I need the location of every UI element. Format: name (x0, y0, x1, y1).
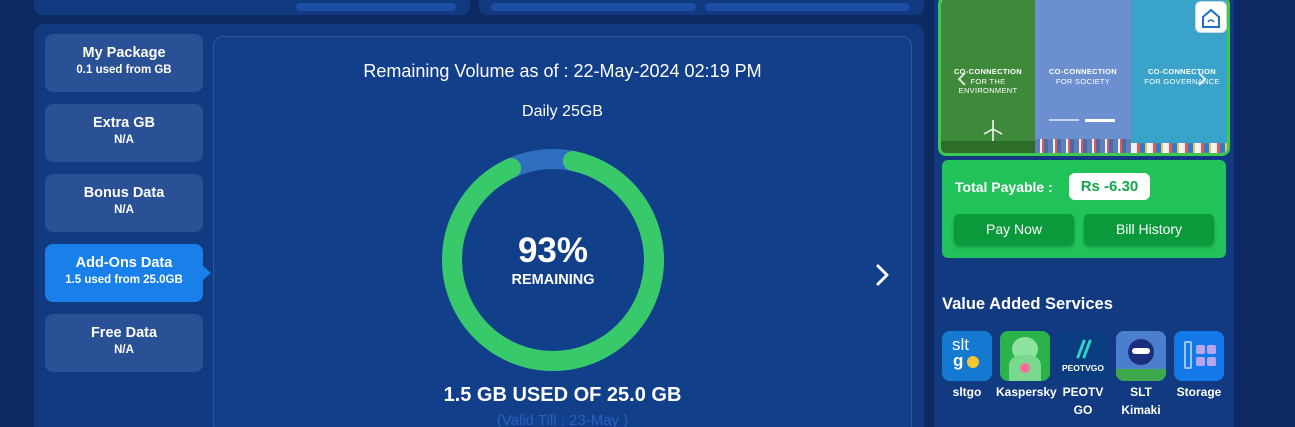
sidebar-item-subtitle: N/A (114, 344, 134, 356)
chevron-right-icon[interactable] (872, 263, 894, 287)
total-payable-label: Total Payable : (955, 179, 1053, 195)
kimaki-ninja-eyes (1132, 348, 1150, 354)
vas-item-kaspersky[interactable]: Kaspersky (996, 331, 1057, 401)
chevron-right-icon[interactable] (1197, 71, 1207, 87)
vas-item-sltgo[interactable]: slt g sltgo (938, 331, 996, 401)
total-payable-amount: Rs -6.30 (1069, 173, 1150, 200)
storage-grid-4 (1207, 357, 1216, 366)
storage-icon (1174, 331, 1224, 381)
sidebar-item-subtitle: 0.1 used from GB (76, 64, 172, 76)
value-added-services-title: Value Added Services (942, 295, 1113, 313)
kimaki-ground (1116, 369, 1166, 381)
sidebar-item-subtitle: N/A (114, 134, 134, 146)
total-payable-box: Total Payable : Rs -6.30 Pay Now Bill Hi… (942, 160, 1226, 258)
sidebar-item-title: My Package (82, 45, 166, 61)
banner-houses (1131, 143, 1227, 153)
co-connection-logo (1195, 1, 1227, 33)
vas-item-slt-kimaki[interactable]: SLT Kimaki (1112, 331, 1170, 419)
sidebar-item-title: Extra GB (92, 115, 156, 131)
pay-now-button[interactable]: Pay Now (954, 214, 1074, 245)
remaining-label: REMAINING (511, 272, 595, 288)
sidebar-item-extra-gb[interactable]: Extra GB N/A (45, 104, 203, 162)
vas-item-label: sltgo (952, 385, 982, 399)
sltgo-dot (967, 356, 979, 368)
sltgo-go-text: g (953, 351, 964, 370)
package-name: Daily 25GB (522, 103, 603, 120)
slt-kimaki-icon (1116, 331, 1166, 381)
sidebar-item-title: Add-Ons Data (75, 255, 173, 271)
sidebar-item-subtitle: 1.5 used from 25.0GB (65, 274, 183, 286)
sidebar-item-my-package[interactable]: My Package 0.1 used from GB (45, 34, 203, 92)
peotv-wordmark: PEOTVGO (1061, 363, 1105, 373)
banner-panel-governance: CO-CONNECTION FOR GOVERNANCE (1131, 0, 1227, 153)
carousel-dot[interactable] (1049, 119, 1079, 121)
top-card-left-bar (296, 3, 456, 11)
vas-item-label: Storage (1176, 385, 1222, 399)
sidebar-item-subtitle: N/A (114, 204, 134, 216)
valid-till: (Valid Till : 23-May ) (496, 412, 629, 427)
sltgo-icon: slt g (942, 331, 992, 381)
vas-item-storage[interactable]: Storage (1170, 331, 1228, 401)
banner-panel-environment: CO-CONNECTION FOR THE ENVIRONMENT (941, 0, 1035, 153)
peotv-slash-mark (1076, 339, 1092, 359)
vas-item-peotv-go[interactable]: PEOTVGO PEOTV GO (1054, 331, 1112, 419)
banner-ground (941, 141, 1035, 153)
sidebar-item-free-data[interactable]: Free Data N/A (45, 314, 203, 372)
banner-panel-subtitle: FOR THE ENVIRONMENT (958, 77, 1018, 95)
promo-banner[interactable]: CO-CONNECTION FOR THE ENVIRONMENT CO-CON… (938, 0, 1230, 156)
storage-grid-1 (1196, 345, 1205, 354)
remaining-volume-title: Remaining Volume as of : 22-May-2024 02:… (363, 61, 762, 81)
storage-bar (1184, 341, 1192, 369)
top-card-left (34, 0, 470, 15)
vas-item-label: PEOTV GO (1062, 385, 1104, 417)
vas-item-label: SLT Kimaki (1121, 385, 1161, 417)
house-icon (1202, 8, 1220, 28)
vas-item-label: Kaspersky (996, 385, 1057, 399)
banner-panel-society: CO-CONNECTION FOR SOCIETY (1035, 0, 1131, 153)
sidebar-item-add-ons-data[interactable]: Add-Ons Data 1.5 used from 25.0GB (45, 244, 211, 302)
top-card-right-bar-2 (705, 3, 910, 11)
kaspersky-icon (1000, 331, 1050, 381)
storage-grid-3 (1196, 357, 1205, 366)
bill-history-button[interactable]: Bill History (1084, 214, 1214, 245)
used-summary: 1.5 GB USED OF 25.0 GB (443, 384, 682, 406)
sidebar-item-title: Free Data (90, 325, 158, 341)
top-card-right-bar-1 (491, 3, 696, 11)
storage-grid-2 (1207, 345, 1216, 354)
banner-panel-title: CO-CONNECTION (953, 67, 1023, 76)
chevron-left-icon[interactable] (957, 71, 967, 87)
peotv-go-icon: PEOTVGO (1058, 331, 1108, 381)
top-card-right (479, 0, 924, 15)
sidebar-item-bonus-data[interactable]: Bonus Data N/A (45, 174, 203, 232)
banner-panel-subtitle: FOR GOVERNANCE (1144, 77, 1220, 86)
banner-skyline (1035, 139, 1131, 153)
carousel-dot-active[interactable] (1085, 119, 1115, 122)
banner-panel-title: CO-CONNECTION (1048, 67, 1118, 76)
banner-panel-subtitle: FOR SOCIETY (1055, 77, 1111, 86)
remaining-percent: 93% (517, 231, 589, 270)
usage-panel: Remaining Volume as of : 22-May-2024 02:… (213, 36, 912, 427)
kaspersky-badge (1020, 363, 1030, 373)
sidebar-item-title: Bonus Data (83, 185, 165, 201)
banner-panel-title: CO-CONNECTION (1147, 67, 1217, 76)
